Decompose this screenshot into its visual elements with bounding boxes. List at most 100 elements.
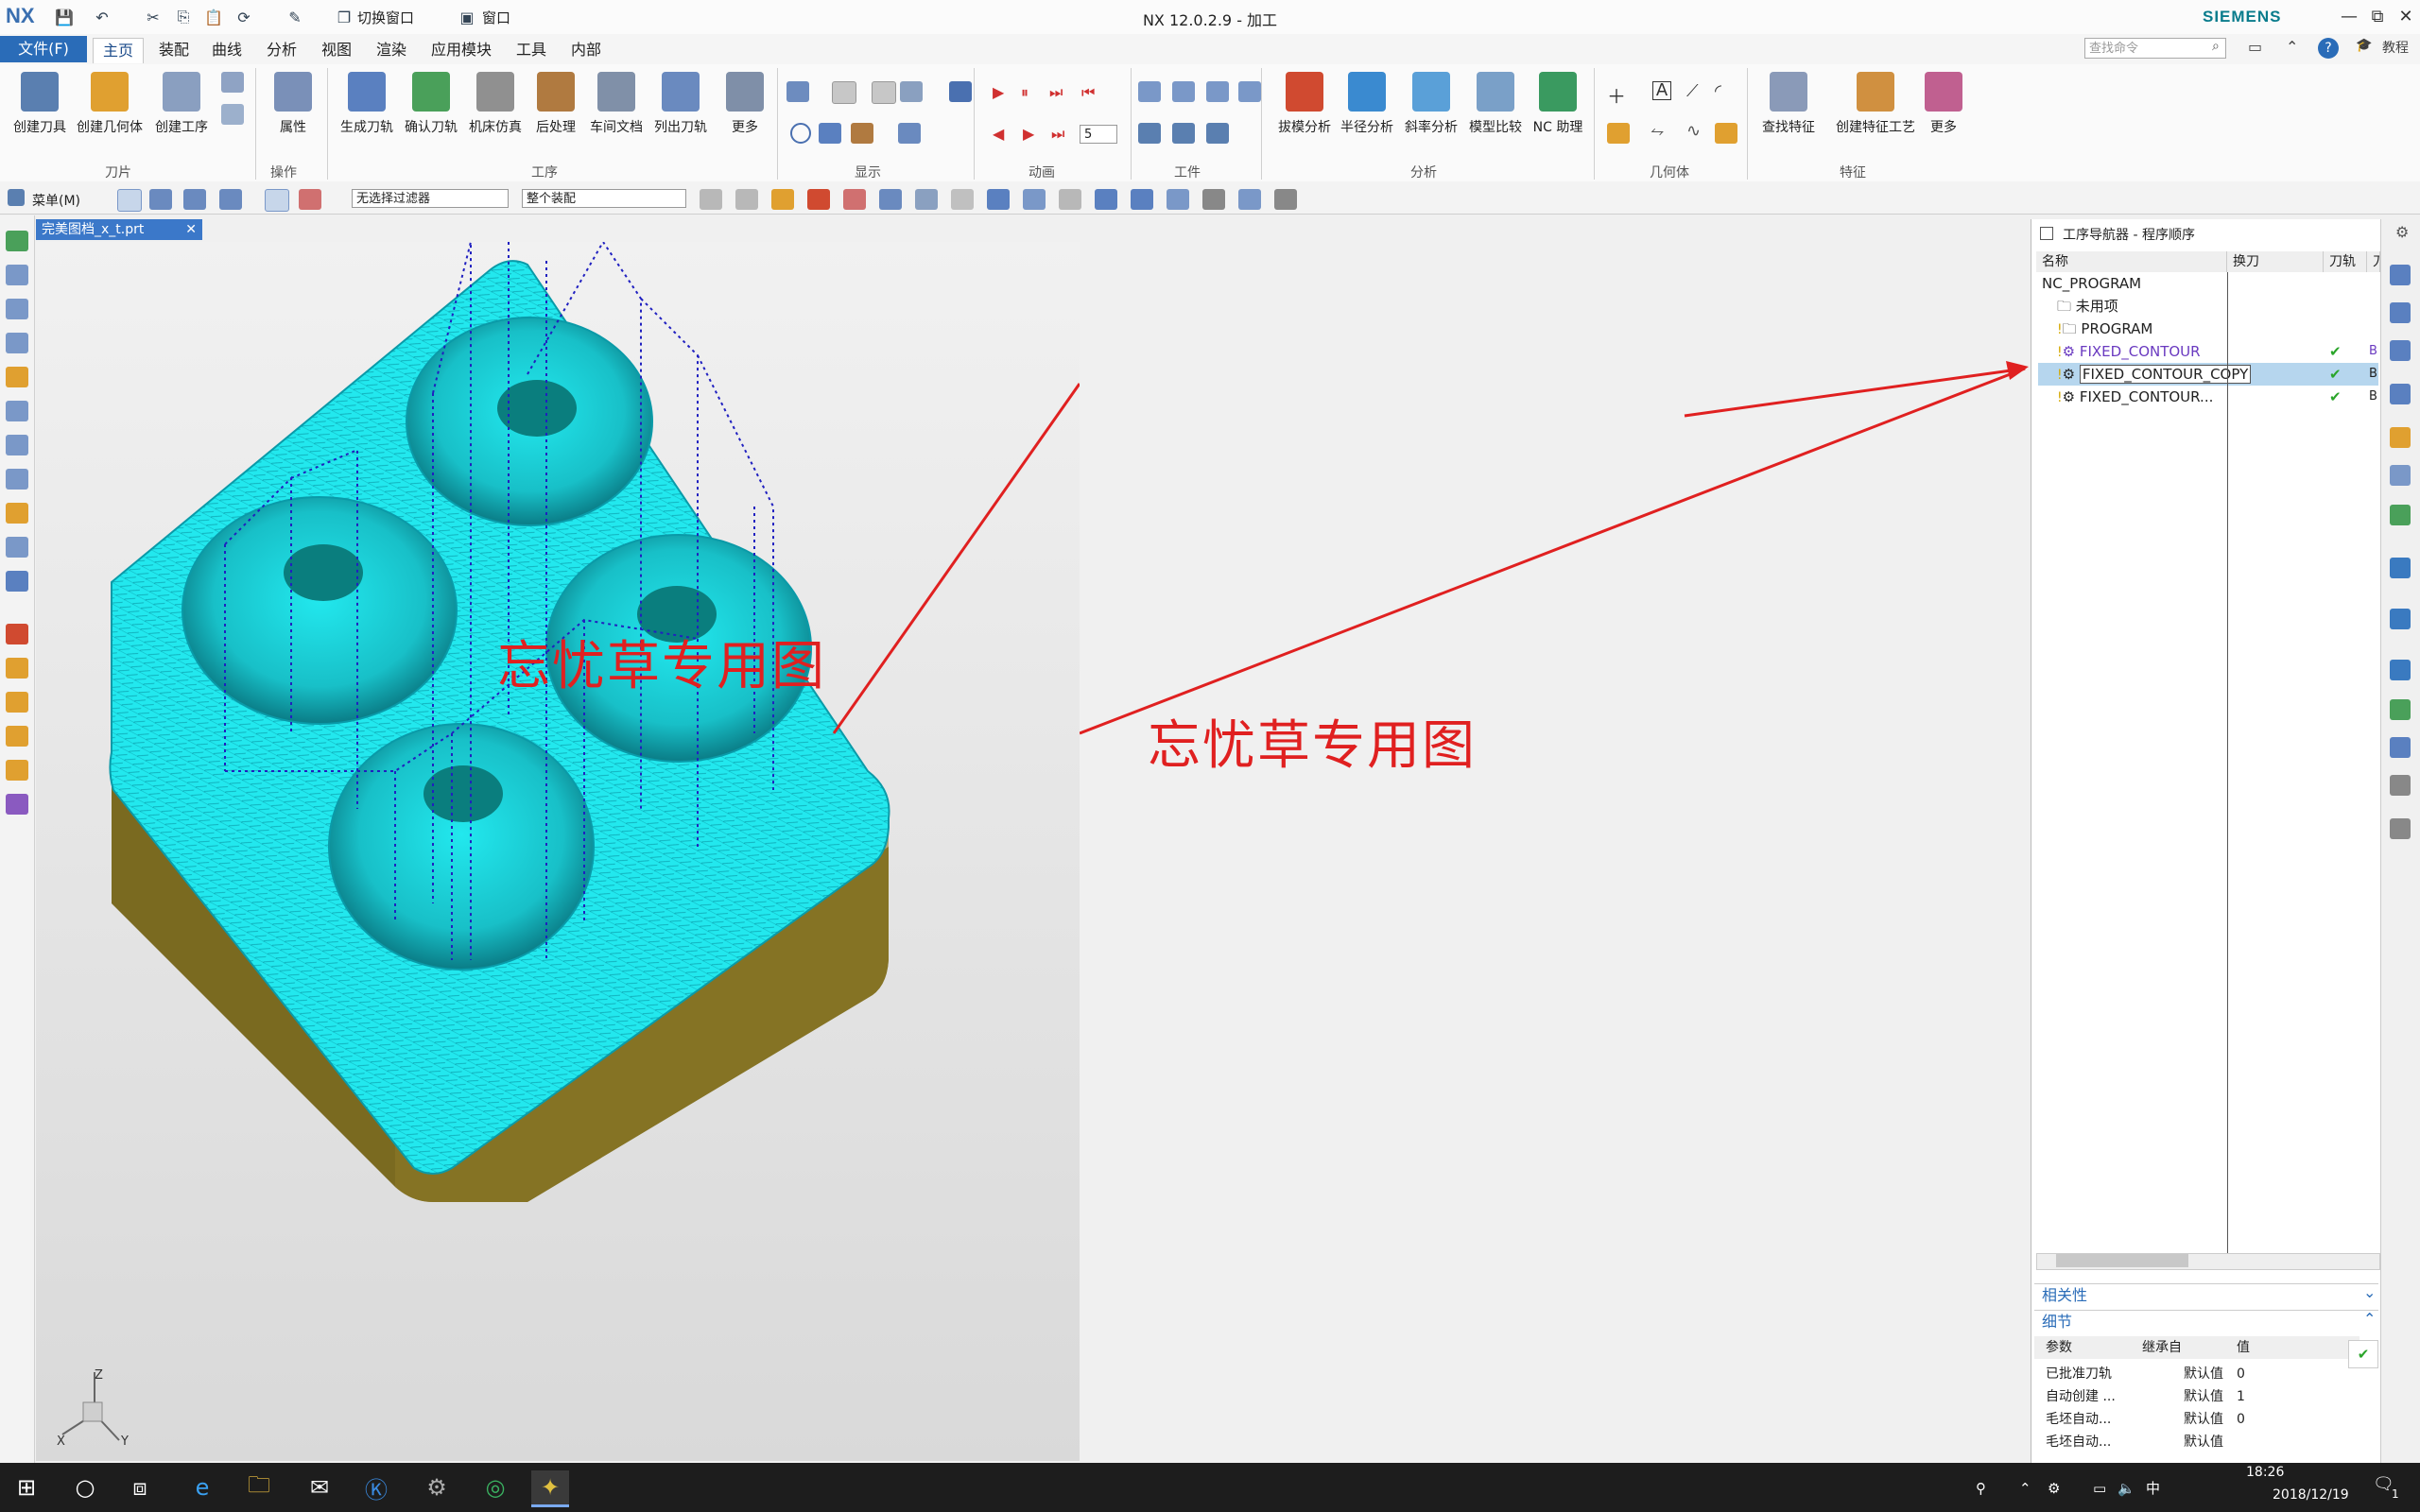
- nx-taskbar-icon[interactable]: ✦: [531, 1470, 569, 1507]
- create-tool-button[interactable]: 创建刀具: [6, 72, 74, 136]
- right-resource-icon[interactable]: [2390, 465, 2411, 486]
- offset-curve-icon[interactable]: ⥊: [1651, 121, 1664, 141]
- right-resource-icon[interactable]: [2390, 265, 2411, 285]
- selection-toggle-icon[interactable]: [299, 189, 321, 210]
- orient-icon[interactable]: [1167, 189, 1189, 210]
- apply-check-icon[interactable]: ✔: [2348, 1340, 2378, 1368]
- cortana-icon[interactable]: ○: [66, 1470, 104, 1504]
- left-tool-icon[interactable]: [6, 469, 28, 490]
- selection-mode-icon[interactable]: [117, 189, 142, 212]
- more-features-button[interactable]: 更多: [1910, 72, 1978, 136]
- tab-tools[interactable]: 工具: [507, 38, 556, 62]
- details-value[interactable]: 0: [2237, 1408, 2245, 1431]
- insert-program-icon[interactable]: [221, 104, 244, 125]
- display-shaded-icon[interactable]: [832, 81, 856, 104]
- part-model-view[interactable]: [36, 240, 1081, 1461]
- chevron-down-icon[interactable]: ⌄: [2363, 1283, 2376, 1301]
- window-layout-icon[interactable]: ▭: [2248, 38, 2262, 56]
- type-filter-select[interactable]: 无选择过滤器: [352, 189, 509, 208]
- repeat-command-icon[interactable]: ⟳: [233, 6, 255, 28]
- play-icon[interactable]: ▶: [993, 83, 1004, 101]
- window-menu-button[interactable]: 窗口: [482, 8, 510, 27]
- workpiece-3-icon[interactable]: [1206, 81, 1229, 102]
- explorer-icon[interactable]: 🗀: [240, 1470, 278, 1504]
- extract-icon[interactable]: [1715, 123, 1737, 144]
- tree-row-fixed-contour[interactable]: !⚙ FIXED_CONTOUR ✔ B: [2038, 340, 2378, 363]
- right-resource-icon[interactable]: [2390, 340, 2411, 361]
- horizontal-scrollbar[interactable]: [2036, 1253, 2380, 1270]
- start-icon[interactable]: ⊞: [8, 1470, 45, 1504]
- command-search-input[interactable]: 查找命令: [2084, 38, 2226, 59]
- render-style-icon[interactable]: [1202, 189, 1225, 210]
- model-compare-button[interactable]: 模型比较: [1461, 72, 1530, 136]
- chevron-up-icon[interactable]: ⌃: [2363, 1310, 2376, 1328]
- edit-section-icon[interactable]: [1274, 189, 1297, 210]
- tree-row-unused[interactable]: 🗀 未用项: [2038, 295, 2378, 318]
- workpiece-4-icon[interactable]: [1238, 81, 1261, 102]
- display-options-icon[interactable]: [900, 81, 923, 102]
- left-tool-icon[interactable]: [6, 658, 28, 679]
- right-resource-icon[interactable]: [2390, 384, 2411, 404]
- ribbon-collapse-icon[interactable]: ⌃: [2286, 38, 2298, 56]
- left-tool-icon[interactable]: [6, 537, 28, 558]
- tray-expand-icon[interactable]: ⌃: [2019, 1480, 2031, 1497]
- workpiece-2-icon[interactable]: [1172, 81, 1195, 102]
- right-resource-icon[interactable]: [2390, 737, 2411, 758]
- datum-icon[interactable]: [1607, 123, 1630, 144]
- left-tool-icon[interactable]: [6, 624, 28, 644]
- pause-icon[interactable]: ⏸: [1021, 83, 1028, 102]
- left-tool-icon[interactable]: [6, 794, 28, 815]
- left-tool-icon[interactable]: [6, 571, 28, 592]
- project-curve-icon[interactable]: ∿: [1686, 121, 1701, 141]
- close-icon[interactable]: ✕: [185, 219, 197, 240]
- arc-icon[interactable]: ◜: [1715, 81, 1721, 101]
- touch-mode-icon[interactable]: ✎: [284, 6, 306, 28]
- display-split-icon[interactable]: [819, 123, 841, 144]
- workpiece-6-icon[interactable]: [1172, 123, 1195, 144]
- display-stock-icon[interactable]: [851, 123, 873, 144]
- clock-date[interactable]: 2018/12/19: [2273, 1487, 2349, 1503]
- cut-icon[interactable]: ✂: [142, 6, 164, 28]
- left-tool-icon[interactable]: [6, 401, 28, 421]
- right-resource-icon[interactable]: [2390, 302, 2411, 323]
- tree-row-program[interactable]: !🗀 PROGRAM: [2038, 318, 2378, 340]
- pan-icon[interactable]: [1131, 189, 1153, 210]
- tab-render[interactable]: 渲染: [367, 38, 416, 62]
- selection-option-icon[interactable]: [183, 189, 206, 210]
- selection-toggle-icon[interactable]: [265, 189, 289, 212]
- tab-applications[interactable]: 应用模块: [422, 38, 501, 62]
- right-resource-icon[interactable]: [2390, 818, 2411, 839]
- tree-row-fixed-contour-2[interactable]: !⚙ FIXED_CONTOUR... ✔ B: [2038, 386, 2378, 408]
- paste-icon[interactable]: 📋: [202, 6, 225, 28]
- tab-curve[interactable]: 曲线: [202, 38, 251, 62]
- left-tool-icon[interactable]: [6, 265, 28, 285]
- menu-button[interactable]: 菜单(M): [32, 191, 80, 210]
- view-icon[interactable]: [951, 189, 974, 210]
- left-tool-icon[interactable]: [6, 435, 28, 455]
- tutorial-link[interactable]: 教程: [2382, 38, 2409, 57]
- ime-indicator[interactable]: 中: [2146, 1478, 2160, 1498]
- snap-icon[interactable]: [915, 189, 938, 210]
- verify-toolpath-button[interactable]: 确认刀轨: [397, 72, 465, 136]
- properties-button[interactable]: 属性: [259, 72, 327, 136]
- tab-analysis[interactable]: 分析: [257, 38, 306, 62]
- machine-simulation-button[interactable]: 机床仿真: [461, 72, 529, 136]
- right-resource-icon[interactable]: [2390, 660, 2411, 680]
- generate-toolpath-button[interactable]: 生成刀轨: [333, 72, 401, 136]
- tab-home[interactable]: 主页: [93, 38, 145, 63]
- document-tab[interactable]: 完美图档_x_t.prt ✕: [36, 219, 202, 240]
- app-k-icon[interactable]: Ⓚ: [357, 1470, 395, 1504]
- snap-icon[interactable]: [735, 189, 758, 210]
- menu-icon[interactable]: [8, 189, 25, 206]
- animation-speed-select[interactable]: 5: [1080, 125, 1117, 144]
- create-operation-button[interactable]: 创建工序: [147, 72, 216, 136]
- list-toolpath-button[interactable]: 列出刀轨: [647, 72, 715, 136]
- nc-assistant-button[interactable]: NC 助理: [1524, 72, 1592, 136]
- selection-option-icon[interactable]: [219, 189, 242, 210]
- tray-app-icon[interactable]: ⚙: [2048, 1480, 2060, 1497]
- more-operations-button[interactable]: 更多: [711, 72, 779, 136]
- rotate-icon[interactable]: [1095, 189, 1117, 210]
- column-tool-change[interactable]: 换刀: [2227, 251, 2324, 272]
- last-icon[interactable]: ⏭: [1051, 125, 1064, 144]
- restore-button[interactable]: ⧉: [2363, 4, 2392, 30]
